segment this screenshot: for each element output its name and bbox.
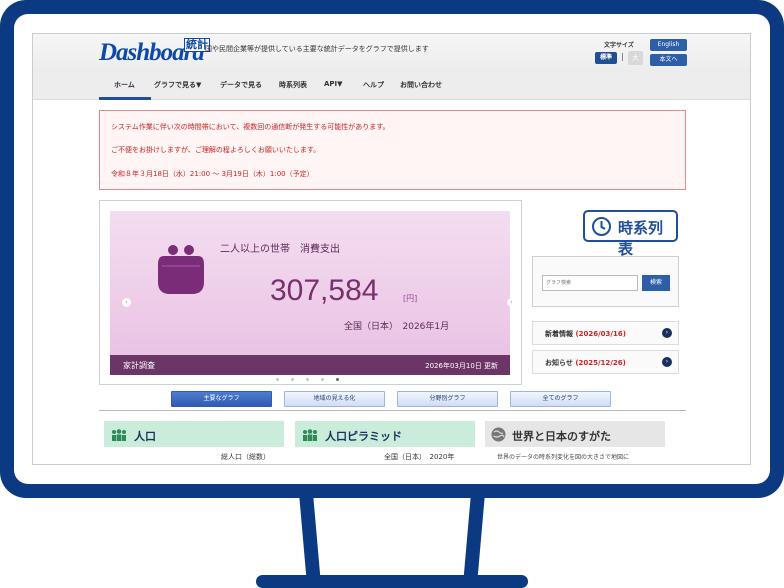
maintenance-alert: システム作業に伴い次の時間帯において、複数回の通信断が発生する可能性があります。… [99,110,686,190]
notice-row[interactable]: お知らせ (2025/12/26) › [532,350,679,374]
carousel-dot[interactable] [291,378,294,381]
carousel-next-button[interactable]: › [507,298,516,307]
slide-title: 二人以上の世帯 消費支出 [220,244,340,255]
carousel-dot[interactable] [306,378,309,381]
notice-arrow-icon: › [662,357,672,367]
news-row[interactable]: 新着情報 (2026/03/16) › [532,321,679,345]
browser-screen: Dashboard 統計 国や民間企業等が提供している主要な統計データをグラフで… [32,33,751,465]
tab-main-graphs[interactable]: 主要なグラフ [171,391,272,407]
featured-carousel: 二人以上の世帯 消費支出 307,584 [円] 全国（日本） 2026年1月 … [99,200,522,385]
graph-tabs: 主要なグラフ 地域の見える化 分野別グラフ 全てのグラフ [171,391,611,407]
news-arrow-icon: › [662,328,672,338]
card-world-japan[interactable]: 世界と日本のすがた 世界のデータの時系列変化を図の大きさで地図に [485,421,665,464]
card-population[interactable]: 人口 総人口（総数） [104,421,284,464]
globe-icon [491,427,506,442]
card-world-japan-title: 世界と日本のすがた [512,430,611,443]
timeseries-badge[interactable]: 時系列表 [583,210,678,258]
nav-active-indicator [99,97,151,100]
nav-home[interactable]: ホーム [114,80,135,90]
tab-by-field[interactable]: 分野別グラフ [397,391,498,407]
font-size-large-button[interactable]: 大 [628,51,643,65]
card-pyramid[interactable]: 人口ピラミッド 全国（日本） 2020年 [295,421,475,464]
site-header: Dashboard 統計 国や民間企業等が提供している主要な統計データをグラフで… [33,34,750,74]
graph-search-box: 検索 [532,256,679,307]
carousel-dot[interactable] [276,378,279,381]
news-date: (2026/03/16) [575,330,626,338]
card-pyramid-title: 人口ピラミッド [325,430,402,443]
english-button[interactable]: English [650,39,687,51]
news-label: 新着情報 (2026/03/16) [545,330,626,338]
slide-subtitle: 全国（日本） 2026年1月 [344,322,450,332]
slide-value: 307,584 [270,274,379,307]
carousel-dot[interactable] [321,378,324,381]
carousel-slide[interactable]: 二人以上の世帯 消費支出 307,584 [円] 全国（日本） 2026年1月 … [110,211,516,375]
carousel-dots [276,378,346,382]
card-population-header: 人口 [104,421,284,447]
font-size-standard-button[interactable]: 標準 [595,52,617,64]
notice-label: お知らせ (2025/12/26) [545,359,626,367]
graph-search-input[interactable] [542,275,638,291]
card-world-japan-header: 世界と日本のすがた [485,421,665,447]
monitor-stand-left [299,496,321,582]
nav-graph[interactable]: グラフで見る▼ [154,80,201,90]
graph-search-button[interactable]: 検索 [642,275,670,291]
monitor-base [256,575,528,588]
slide-footer: 家計調査 2026年03月10日 更新 [110,355,510,375]
nav-contact[interactable]: お問い合わせ [400,80,442,90]
nav-timeseries[interactable]: 時系列表 [279,80,307,90]
slide-updated: 2026年03月10日 更新 [425,362,498,370]
font-size-label: 文字サイズ [604,42,634,49]
timeseries-label: 時系列表 [618,219,664,258]
skip-to-content-button[interactable]: 本文へ [650,54,687,66]
card-population-sub: 総人口（総数） [221,453,270,461]
notice-date: (2025/12/26) [575,359,626,367]
clock-icon [592,217,611,236]
section-divider [99,410,686,411]
slide-category: 家計調査 [123,361,155,370]
people-icon [303,429,317,441]
card-population-title: 人口 [134,430,156,443]
alert-line-1: システム作業に伴い次の時間帯において、複数回の通信断が発生する可能性があります。 [111,123,390,131]
site-tagline: 国や民間企業等が提供している主要な統計データをグラフで提供します [205,45,429,53]
nav-api[interactable]: API▼ [324,80,343,88]
font-size-separator: | [621,52,624,61]
alert-line-3: 令和８年３月18日（水）21:00 〜 3月19日（木）1:00（予定） [111,170,314,178]
card-pyramid-header: 人口ピラミッド [295,421,475,447]
tab-regional[interactable]: 地域の見える化 [284,391,385,407]
main-nav: ホーム グラフで見る▼ データで見る 時系列表 API▼ ヘルプ お問い合わせ [33,74,750,100]
nav-help[interactable]: ヘルプ [363,80,384,90]
slide-unit: [円] [403,294,418,303]
card-world-japan-sub: 世界のデータの時系列変化を図の大きさで地図に [497,454,630,461]
carousel-dot[interactable] [336,378,339,381]
alert-line-2: ご不便をお掛けしますが、ご理解の程よろしくお願いいたします。 [111,146,321,154]
monitor-stand-right [463,496,485,582]
nav-data[interactable]: データで見る [220,80,262,90]
people-icon [112,429,126,441]
card-pyramid-sub: 全国（日本） 2020年 [384,453,455,461]
carousel-prev-button[interactable]: ‹ [122,298,131,307]
purse-icon [158,245,204,294]
tab-all-graphs[interactable]: 全てのグラフ [510,391,611,407]
